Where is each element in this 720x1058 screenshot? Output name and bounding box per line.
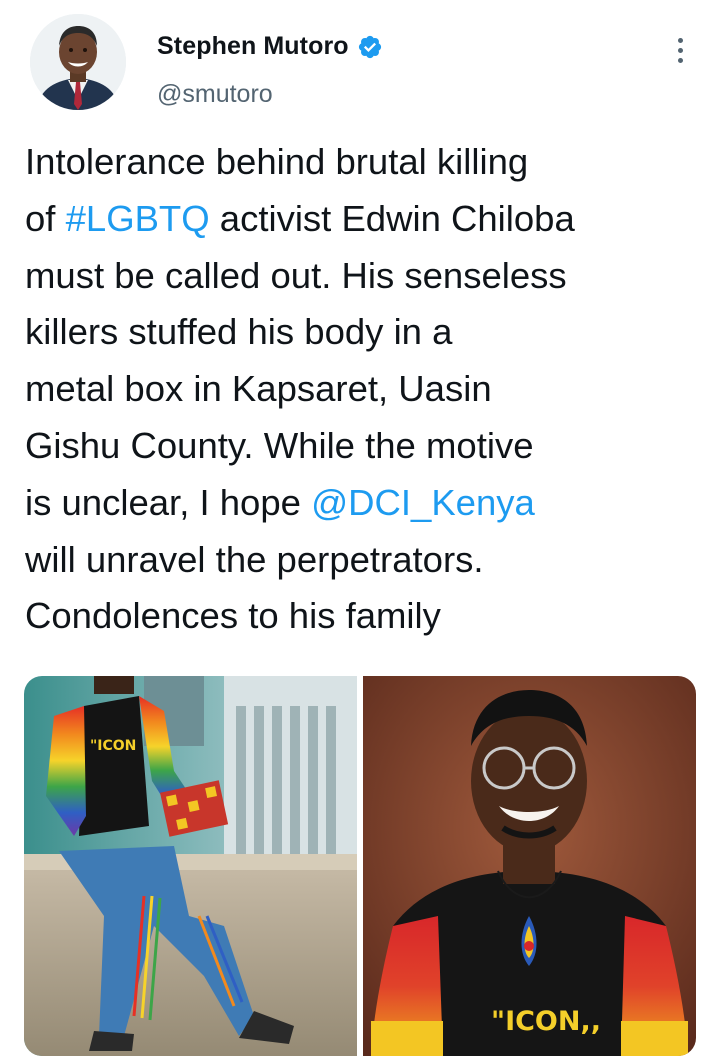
- left-shirt-text: "ICON: [90, 738, 137, 754]
- photo-left[interactable]: "ICON: [24, 676, 357, 1056]
- tweet-text-segment: Gishu County. While the motive: [25, 424, 534, 466]
- avatar-image: [30, 14, 126, 110]
- more-dot: [677, 57, 683, 63]
- tweet-text-line: must be called out. His senseless: [25, 248, 705, 305]
- tweet-text-line: killers stuffed his body in a: [25, 304, 705, 361]
- author-display-name[interactable]: Stephen Mutoro: [157, 32, 349, 61]
- photo-activist-portrait: [363, 676, 696, 1056]
- verified-badge-icon: [358, 35, 381, 58]
- tweet-text-segment: Condolences to his family: [25, 595, 441, 637]
- tweet-text-segment: Intolerance behind brutal killing: [25, 141, 529, 182]
- tweet-text-line: Gishu County. While the motive: [25, 418, 705, 475]
- tweet-text-line: metal box in Kapsaret, Uasin: [25, 361, 705, 418]
- author-handle[interactable]: @smutoro: [157, 80, 273, 109]
- tweet-text-segment: killers stuffed his body in a: [25, 311, 453, 353]
- mention-link[interactable]: @DCI_Kenya: [311, 482, 535, 523]
- tweet-text-segment: must be called out. His senseless: [25, 254, 567, 296]
- more-dot: [677, 47, 683, 53]
- photo-activist-sitting: [24, 676, 357, 1056]
- tweet-card: Stephen Mutoro @smutoro Intolerance behi…: [0, 0, 720, 1058]
- author-name-row[interactable]: Stephen Mutoro: [157, 32, 383, 61]
- tweet-text-segment: activist Edwin Chiloba: [209, 197, 575, 239]
- tweet-text-line: Condolences to his family: [25, 588, 705, 645]
- tweet-text-line: Intolerance behind brutal killing: [25, 134, 705, 191]
- tweet-text: Intolerance behind brutal killing of #LGB…: [25, 134, 705, 645]
- right-shirt-text: "ICON,,: [491, 1006, 601, 1037]
- tweet-text-line: will unravel the perpetrators.: [25, 532, 705, 589]
- tweet-text-segment: will unravel the perpetrators.: [25, 538, 484, 580]
- tweet-text-segment: is unclear, I hope: [25, 481, 312, 523]
- tweet-text-line: of #LGBTQ activist Edwin Chiloba: [25, 191, 705, 248]
- tweet-text-line: is unclear, I hope @DCI_Kenya: [25, 475, 705, 532]
- tweet-text-segment: metal box in Kapsaret, Uasin: [25, 368, 492, 410]
- tweet-text-segment: of: [25, 197, 66, 239]
- photo-right[interactable]: "ICON,,: [363, 676, 696, 1056]
- more-dot: [677, 37, 683, 43]
- media-grid: "ICON "ICON,,: [24, 676, 696, 1056]
- more-options-icon[interactable]: [664, 34, 696, 66]
- hashtag-link[interactable]: #LGBTQ: [66, 198, 210, 239]
- avatar[interactable]: [30, 14, 126, 110]
